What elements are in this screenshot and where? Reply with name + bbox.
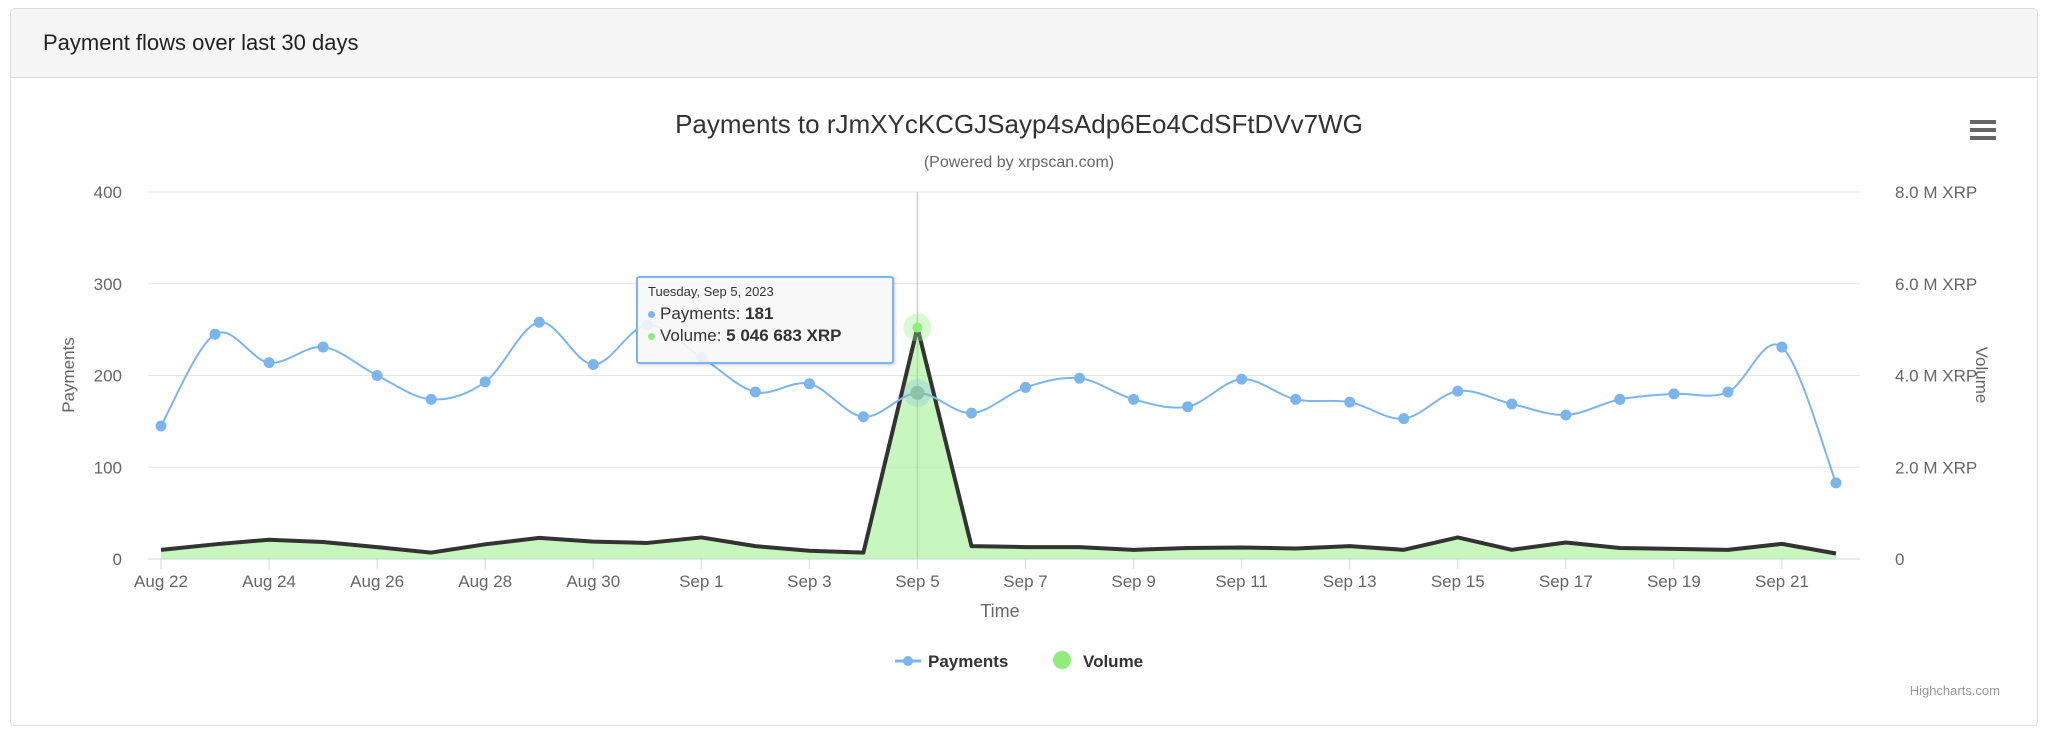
x-tick-label: Aug 26: [350, 572, 404, 591]
payments-point: [1560, 409, 1572, 421]
y2-tick-label: 0: [1895, 550, 1904, 569]
tooltip-payments-value: 181: [745, 304, 774, 323]
x-tick-label: Sep 7: [1003, 572, 1047, 591]
legend-item-payments[interactable]: Payments: [895, 652, 1008, 671]
x-tick-label: Sep 17: [1539, 572, 1593, 591]
hamburger-menu-icon[interactable]: [1970, 120, 1996, 140]
payments-point: [749, 386, 761, 398]
payments-point: [209, 328, 221, 340]
chart-subtitle: (Powered by xrpscan.com): [924, 154, 1114, 171]
volume-area: [161, 327, 1836, 559]
payments-point: [587, 358, 599, 370]
payments-point: [425, 393, 437, 405]
x-tick-label: Sep 3: [787, 572, 831, 591]
tooltip-volume-value: 5 046 683 XRP: [726, 326, 842, 345]
payments-point: [965, 407, 977, 419]
y-tick-label: 100: [94, 458, 122, 477]
payments-point: [1668, 388, 1680, 400]
x-tick-label: Sep 1: [679, 572, 723, 591]
payments-point: [1074, 372, 1086, 384]
x-tick-label: Aug 24: [242, 572, 296, 591]
tooltip-date: Tuesday, Sep 5, 2023: [648, 284, 774, 299]
payments-point: [803, 378, 815, 390]
credits-link[interactable]: Highcharts.com: [1910, 683, 2000, 698]
volume-line: [160, 325, 1837, 556]
y-tick-label: 400: [94, 183, 122, 202]
legend-item-volume[interactable]: Volume: [1053, 651, 1143, 671]
tooltip-payments-label: Payments:: [660, 304, 741, 323]
x-tick-label: Sep 11: [1215, 572, 1268, 591]
x-tick-label: Sep 13: [1323, 572, 1377, 591]
x-tick-label: Aug 30: [566, 572, 620, 591]
payments-point: [1290, 393, 1302, 405]
payments-point: [155, 420, 167, 432]
legend-payments-label: Payments: [928, 652, 1008, 671]
y2-tick-label: 8.0 M XRP: [1895, 183, 1977, 202]
payments-point: [1182, 401, 1194, 413]
payments-point: [1722, 386, 1734, 398]
payments-point: [1344, 396, 1356, 408]
payments-point: [1830, 477, 1842, 489]
y-tick-label: 300: [94, 275, 122, 294]
tooltip-payments-row: Payments: 181: [648, 303, 882, 325]
legend-volume-label: Volume: [1083, 652, 1143, 671]
payments-point: [371, 370, 383, 381]
y-axis-title: Payments: [59, 337, 78, 413]
payments-point: [1236, 373, 1248, 385]
payments-point: [1776, 341, 1788, 353]
payments-chart: Payments to rJmXYcKCGJSayp4sAdp6Eo4CdSFt…: [59, 109, 2000, 698]
payments-point: [910, 385, 925, 400]
x-tick-label: Aug 22: [134, 572, 188, 591]
payments-point: [1398, 413, 1410, 425]
payments-point: [1452, 385, 1464, 397]
x-tick-label: Sep 15: [1431, 572, 1485, 591]
x-tick-label: Sep 5: [895, 572, 939, 591]
payments-point: [263, 357, 275, 369]
y2-tick-label: 2.0 M XRP: [1895, 458, 1977, 477]
x-tick-label: Sep 9: [1111, 572, 1155, 591]
payments-dot-icon: [648, 311, 655, 319]
payments-point: [1506, 398, 1518, 410]
payments-point: [479, 376, 491, 388]
payments-point: [533, 316, 545, 328]
y-tick-label: 0: [113, 550, 122, 569]
chart-tooltip: Tuesday, Sep 5, 2023 Payments: 181 Volum…: [636, 276, 894, 364]
volume-dot-icon: [648, 333, 655, 341]
x-tick-label: Sep 19: [1647, 572, 1701, 591]
chart-title: Payments to rJmXYcKCGJSayp4sAdp6Eo4CdSFt…: [675, 109, 1363, 139]
y2-tick-label: 6.0 M XRP: [1895, 275, 1977, 294]
y-tick-label: 200: [94, 367, 122, 386]
payments-point: [1614, 393, 1626, 405]
payments-point: [857, 411, 869, 423]
legend-volume-marker-icon: [1053, 651, 1071, 669]
y2-tick-label: 4.0 M XRP: [1895, 367, 1977, 386]
tooltip-volume-row: Volume: 5 046 683 XRP: [648, 325, 882, 347]
x-tick-label: Aug 28: [458, 572, 512, 591]
payments-line: [160, 321, 1837, 484]
tooltip-volume-label: Volume:: [660, 326, 722, 345]
x-axis-title: Time: [980, 601, 1019, 621]
x-tick-label: Sep 21: [1755, 572, 1809, 591]
y2-axis-title: Volume: [1972, 347, 1991, 404]
payments-point: [317, 341, 329, 353]
payments-point: [1020, 381, 1032, 393]
payments-point: [1128, 393, 1140, 405]
legend-payments-marker-icon: [903, 656, 913, 666]
volume-point: [912, 322, 923, 333]
